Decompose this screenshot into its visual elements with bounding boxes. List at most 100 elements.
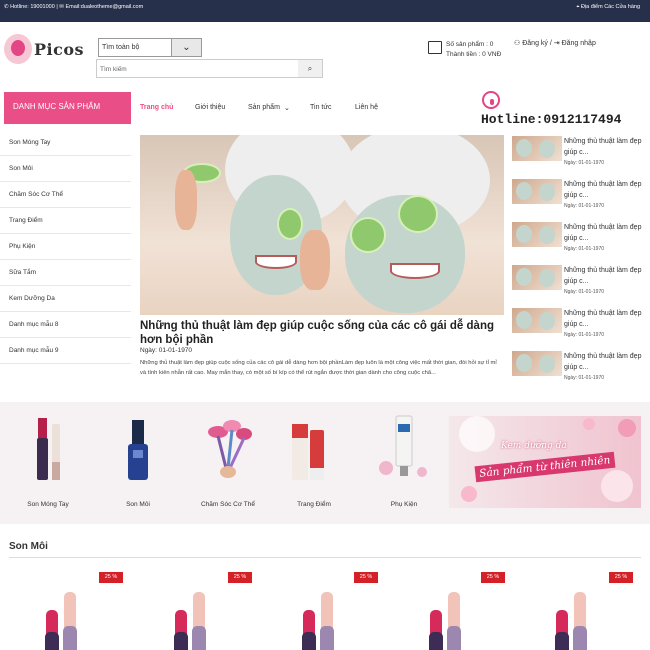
- news-item[interactable]: Những thủ thuật làm đẹp giúp c... Ngày: …: [512, 262, 642, 302]
- discount-badge: 25 %: [609, 572, 633, 583]
- cart[interactable]: Số sản phẩm : 0 Thành tiền : 0 VNĐ: [428, 39, 508, 65]
- news-date: Ngày: 01-01-1970: [564, 203, 605, 209]
- cart-total: Thành tiền : 0 VNĐ: [446, 51, 502, 58]
- category-select-value: Tìm toàn bộ: [102, 44, 140, 51]
- lipstick-case: [63, 626, 77, 650]
- register-link[interactable]: Đăng ký: [522, 40, 548, 47]
- search-icon[interactable]: ⌕: [298, 60, 322, 77]
- news-item[interactable]: Những thủ thuật làm đẹp giúp c... Ngày: …: [512, 348, 642, 388]
- lipstick-case: [555, 632, 569, 650]
- product-card[interactable]: [167, 586, 237, 650]
- login-link[interactable]: Đăng nhập: [562, 40, 596, 47]
- discount-badge: 25 %: [228, 572, 252, 583]
- auth-links: ⚇ Đăng ký / ⇥ Đăng nhập: [514, 39, 596, 47]
- news-title[interactable]: Những thủ thuật làm đẹp giúp c...: [564, 308, 642, 330]
- news-date: Ngày: 01-01-1970: [564, 160, 605, 166]
- lipstick-case: [573, 626, 587, 650]
- cart-icon: [428, 41, 442, 54]
- nav-contact[interactable]: Liên hệ: [355, 104, 378, 111]
- sidebar-item-cham-soc-co-the[interactable]: Chăm Sóc Cơ Thể: [0, 182, 131, 208]
- category-select[interactable]: Tìm toàn bộ ⌄: [98, 38, 202, 57]
- hand-right: [300, 230, 330, 290]
- news-date: Ngày: 01-01-1970: [564, 332, 605, 338]
- news-thumbnail: [512, 308, 562, 333]
- lipstick-case: [302, 632, 316, 650]
- product-card[interactable]: [295, 586, 365, 650]
- promo-banner[interactable]: Kem dưỡng da Sản phẩm từ thiên nhiên: [449, 416, 641, 508]
- cucumber-slice: [277, 208, 303, 240]
- news-item[interactable]: Những thủ thuật làm đẹp giúp c... Ngày: …: [512, 305, 642, 345]
- nail-polish-bottle-image: [128, 420, 148, 480]
- category-sidebar: Son Móng Tay Son Môi Chăm Sóc Cơ Thể Tra…: [0, 130, 131, 364]
- headset-icon: [482, 91, 500, 109]
- category-card-son-mong-tay[interactable]: Son Móng Tay: [8, 410, 88, 520]
- news-thumbnail: [512, 265, 562, 290]
- news-title[interactable]: Những thủ thuật làm đẹp giúp c...: [564, 179, 642, 201]
- hotline-number[interactable]: Hotline:0912117494: [481, 112, 621, 127]
- news-thumbnail: [512, 179, 562, 204]
- featured-article-title[interactable]: Những thủ thuật làm đẹp giúp cuộc sống c…: [140, 319, 504, 347]
- sidebar-item-mau-8[interactable]: Danh mục mẫu 8: [0, 312, 131, 338]
- featured-article-date: Ngày: 01-01-1970: [140, 347, 193, 354]
- hand-left: [175, 170, 197, 230]
- news-title[interactable]: Những thủ thuật làm đẹp giúp c...: [564, 136, 642, 158]
- user-icon: ⚇: [514, 40, 521, 47]
- cucumber-slice: [398, 195, 438, 233]
- store-locator-label: Địa điểm Các Cửa hàng: [580, 4, 640, 10]
- featured-article-image[interactable]: [140, 135, 504, 315]
- section-divider: [9, 557, 641, 558]
- category-card-cham-soc-co-the[interactable]: Chăm Sóc Cơ Thể: [188, 410, 268, 520]
- product-card[interactable]: [38, 586, 108, 650]
- sidebar-item-mau-9[interactable]: Danh mục mẫu 9: [0, 338, 131, 364]
- category-card-label: Son Môi: [126, 501, 150, 508]
- product-card[interactable]: [548, 586, 618, 650]
- news-date: Ngày: 01-01-1970: [564, 375, 605, 381]
- news-item[interactable]: Những thủ thuật làm đẹp giúp c... Ngày: …: [512, 176, 642, 216]
- logo-text: Picos: [34, 40, 85, 59]
- news-title[interactable]: Những thủ thuật làm đẹp giúp c...: [564, 222, 642, 244]
- category-card-label: Phụ Kiện: [390, 501, 418, 508]
- category-card-son-moi[interactable]: Son Môi: [98, 410, 178, 520]
- news-title[interactable]: Những thủ thuật làm đẹp giúp c...: [564, 265, 642, 287]
- sidebar-item-son-mong-tay[interactable]: Son Móng Tay: [0, 130, 131, 156]
- nav-about[interactable]: Giới thiệu: [195, 104, 225, 111]
- category-menu-button[interactable]: DANH MỤC SẢN PHẨM: [4, 92, 131, 124]
- sidebar-item-son-moi[interactable]: Son Môi: [0, 156, 131, 182]
- news-item[interactable]: Những thủ thuật làm đẹp giúp c... Ngày: …: [512, 219, 642, 259]
- lipstick-case: [192, 626, 206, 650]
- logo-icon: [4, 34, 32, 64]
- product-card[interactable]: [422, 586, 492, 650]
- logo[interactable]: Picos: [4, 34, 84, 68]
- search-placeholder: Tìm kiếm: [100, 66, 127, 73]
- news-title[interactable]: Những thủ thuật làm đẹp giúp c...: [564, 351, 642, 373]
- news-thumbnail: [512, 222, 562, 247]
- store-locator[interactable]: ⌖ Địa điểm Các Cửa hàng: [576, 4, 640, 11]
- lotion-tube-image: [379, 415, 427, 477]
- main-nav: DANH MỤC SẢN PHẨM Trang chủ Giới thiệu S…: [0, 91, 650, 127]
- sidebar-item-trang-diem[interactable]: Trang Điểm: [0, 208, 131, 234]
- news-item[interactable]: Những thủ thuật làm đẹp giúp c... Ngày: …: [512, 133, 642, 173]
- category-card-phu-kien[interactable]: Phụ Kiện: [364, 410, 444, 520]
- discount-badge: 25 %: [354, 572, 378, 583]
- sidebar-item-kem-duong-da[interactable]: Kem Dưỡng Da: [0, 286, 131, 312]
- sidebar-item-phu-kien[interactable]: Phụ Kiện: [0, 234, 131, 260]
- sidebar-item-sua-tam[interactable]: Sữa Tắm: [0, 260, 131, 286]
- hotline-text: Hotline: 19001000: [10, 4, 55, 10]
- makeup-brushes-image: [208, 420, 252, 478]
- mail-icon: ✉: [59, 4, 64, 10]
- discount-badge: 25 %: [481, 572, 505, 583]
- nav-news[interactable]: Tin tức: [310, 104, 332, 111]
- category-card-label: Son Móng Tay: [27, 501, 69, 508]
- contact-info: ✆ Hotline: 19001000 | ✉ Email:dualeothem…: [4, 4, 143, 10]
- nav-home[interactable]: Trang chủ: [140, 104, 173, 111]
- email-text[interactable]: Email:dualeotheme@gmail.com: [65, 4, 143, 10]
- category-card-trang-diem[interactable]: Trang Điểm: [274, 410, 354, 520]
- news-date: Ngày: 01-01-1970: [564, 289, 605, 295]
- lipstick-case: [174, 632, 188, 650]
- search-input[interactable]: Tìm kiếm ⌕: [96, 59, 323, 78]
- chevron-down-icon[interactable]: ⌄: [171, 39, 201, 56]
- cart-count: Số sản phẩm : 0: [446, 41, 494, 48]
- nav-products[interactable]: Sản phẩm: [248, 104, 280, 111]
- news-thumbnail: [512, 351, 562, 376]
- category-card-label: Chăm Sóc Cơ Thể: [201, 501, 255, 508]
